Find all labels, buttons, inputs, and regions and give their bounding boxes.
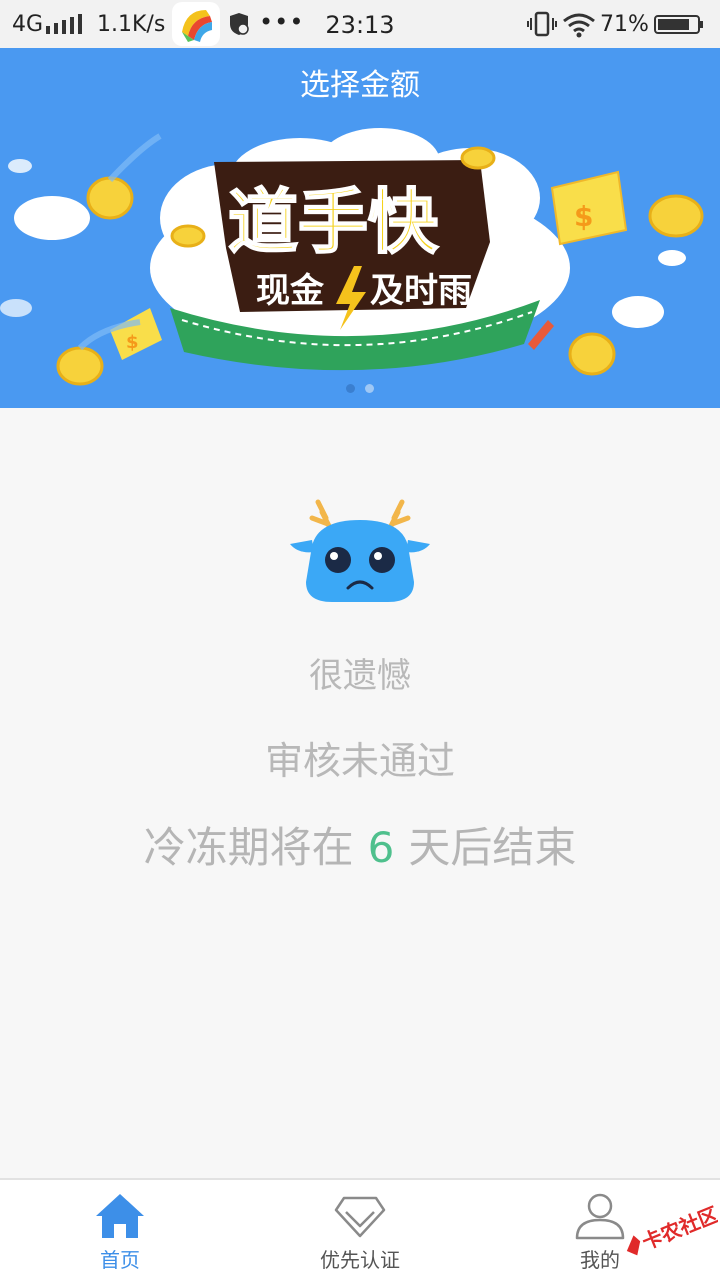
banner-tagline-left: 现金: [256, 271, 325, 311]
nav-label-priority-verify: 优先认证: [320, 1248, 400, 1272]
nav-label-home: 首页: [100, 1248, 140, 1272]
page-title: 选择金额: [300, 68, 420, 103]
banner-headline: 道手快: [228, 181, 439, 263]
banner-illustration: 道手快 现金 及时雨 $ $: [0, 128, 704, 386]
svg-text:$: $: [126, 332, 139, 353]
freeze-period-text: 冷冻期将在 6 天后结束: [0, 814, 720, 875]
freeze-days-count: 6: [367, 823, 395, 872]
nav-item-home[interactable]: 首页: [0, 1180, 240, 1280]
battery-percent: 71%: [600, 12, 649, 37]
sad-mascot-icon: [290, 499, 430, 602]
promo-banner[interactable]: 道手快 现金 及时雨 $ $: [0, 108, 720, 408]
banner-tagline-right: 及时雨: [370, 271, 472, 311]
svg-text:卡农社区: 卡农社区: [639, 1202, 718, 1254]
home-icon: [96, 1194, 144, 1238]
diamond-icon: [334, 1196, 386, 1238]
review-status-text: 审核未通过: [264, 739, 455, 783]
header: 选择金额 道手快 现金 及时雨 $ $: [0, 48, 720, 408]
sorry-text: 很遗憾: [309, 656, 411, 696]
kanong-watermark-logo: 卡农社区: [626, 1202, 718, 1256]
carousel-dot-active[interactable]: [346, 384, 355, 393]
battery-icon: [654, 15, 703, 34]
svg-text:$: $: [574, 200, 593, 233]
main-content: 很遗憾 审核未通过 冷冻期将在 6 天后结束: [0, 408, 720, 1178]
carousel-indicator[interactable]: [0, 378, 720, 397]
wifi-icon: [563, 13, 595, 38]
freeze-suffix: 天后结束: [408, 823, 577, 872]
freeze-prefix: 冷冻期将在: [143, 823, 354, 872]
status-bar: 4G 1.1K/s ••• 23:13 71%: [0, 0, 720, 48]
carousel-dot[interactable]: [365, 384, 374, 393]
vibrate-icon: [527, 11, 557, 37]
bottom-nav: 首页 优先认证 我的: [0, 1178, 720, 1280]
nav-item-priority-verify[interactable]: 优先认证: [240, 1180, 480, 1280]
